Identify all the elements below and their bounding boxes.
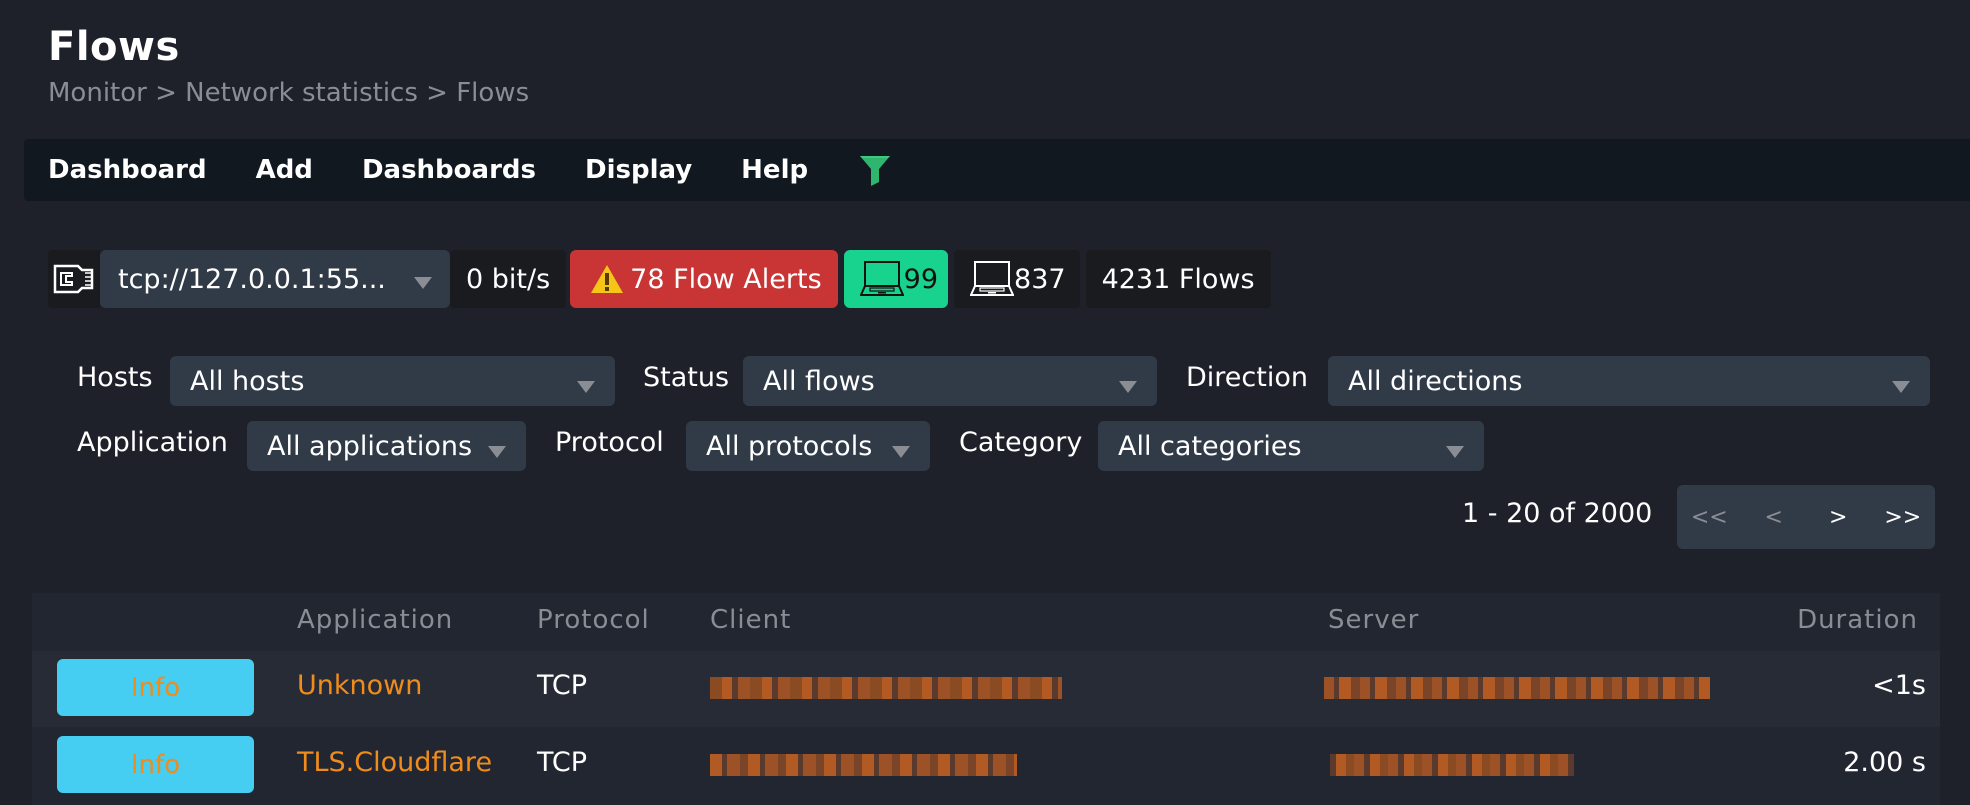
menu-bar: Dashboard Add Dashboards Display Help <box>24 139 1970 201</box>
breadcrumb-item-network-statistics[interactable]: Network statistics <box>185 78 418 108</box>
pagination-summary: 1 - 20 of 2000 <box>1462 498 1653 529</box>
status-filter-select[interactable]: All flows <box>743 356 1157 406</box>
throughput-value: 0 bit/s <box>450 250 567 308</box>
all-hosts-badge[interactable]: 837 <box>954 250 1080 308</box>
flow-alerts-label: 78 Flow Alerts <box>630 263 822 295</box>
chevron-down-icon <box>414 277 432 289</box>
flows-count: 4231 Flows <box>1085 250 1271 308</box>
first-page-button[interactable]: << <box>1677 505 1742 530</box>
column-header-protocol[interactable]: Protocol <box>537 605 650 635</box>
status-filter-label: Status <box>643 362 730 393</box>
interface-select[interactable]: tcp://127.0.0.1:55... <box>100 250 450 308</box>
direction-filter-label: Direction <box>1186 362 1308 393</box>
network-port-icon <box>48 250 100 308</box>
prev-page-button[interactable]: < <box>1742 505 1807 530</box>
flows-table: Application Protocol Client Server Durat… <box>32 593 1940 805</box>
column-header-server[interactable]: Server <box>1328 605 1419 635</box>
category-filter-label: Category <box>959 427 1083 458</box>
local-hosts-count: 99 <box>903 263 939 295</box>
filter-icon[interactable] <box>857 152 893 188</box>
hosts-filter-select[interactable]: All hosts <box>170 356 615 406</box>
protocol-cell: TCP <box>537 747 588 778</box>
info-button[interactable]: Info <box>57 659 254 716</box>
flow-alerts-badge[interactable]: 78 Flow Alerts <box>570 250 838 308</box>
last-page-button[interactable]: >> <box>1871 505 1936 530</box>
chevron-down-icon <box>488 446 506 458</box>
status-filter-value: All flows <box>763 365 875 397</box>
laptop-icon <box>969 259 1015 299</box>
table-header: Application Protocol Client Server Durat… <box>32 593 1940 651</box>
application-filter-value: All applications <box>267 430 473 462</box>
chevron-down-icon <box>1446 446 1464 458</box>
interface-toolbar: tcp://127.0.0.1:55... 0 bit/s 78 Flow Al… <box>48 250 1271 308</box>
breadcrumb-item-monitor[interactable]: Monitor <box>48 78 147 108</box>
hosts-filter-label: Hosts <box>77 362 153 393</box>
client-address-redacted[interactable] <box>710 754 1017 776</box>
laptop-icon <box>859 259 905 299</box>
hosts-filter-value: All hosts <box>190 365 305 397</box>
column-header-application[interactable]: Application <box>297 605 453 635</box>
category-filter-value: All categories <box>1118 430 1302 462</box>
table-row: Info Unknown TCP <1s <box>32 651 1940 727</box>
server-address-redacted[interactable] <box>1330 754 1574 776</box>
duration-cell: 2.00 s <box>1843 747 1926 778</box>
pagination-controls: << < > >> <box>1677 485 1935 549</box>
protocol-cell: TCP <box>537 670 588 701</box>
page-title: Flows <box>48 24 180 70</box>
direction-filter-select[interactable]: All directions <box>1328 356 1930 406</box>
interface-select-value: tcp://127.0.0.1:55... <box>118 263 386 295</box>
column-header-duration[interactable]: Duration <box>1797 605 1918 635</box>
breadcrumb-separator: > <box>426 78 457 108</box>
direction-filter-value: All directions <box>1348 365 1523 397</box>
menu-dashboard[interactable]: Dashboard <box>48 155 207 185</box>
application-link[interactable]: TLS.Cloudflare <box>297 747 492 778</box>
breadcrumb: Monitor > Network statistics > Flows <box>48 78 529 108</box>
next-page-button[interactable]: > <box>1806 505 1871 530</box>
chevron-down-icon <box>892 446 910 458</box>
application-filter-select[interactable]: All applications <box>247 421 526 471</box>
chevron-down-icon <box>577 381 595 393</box>
category-filter-select[interactable]: All categories <box>1098 421 1484 471</box>
chevron-down-icon <box>1119 381 1137 393</box>
menu-display[interactable]: Display <box>585 155 692 185</box>
chevron-down-icon <box>1892 381 1910 393</box>
protocol-filter-value: All protocols <box>706 430 873 462</box>
protocol-filter-label: Protocol <box>555 427 664 458</box>
info-button[interactable]: Info <box>57 736 254 793</box>
client-address-redacted[interactable] <box>710 677 1062 699</box>
server-address-redacted[interactable] <box>1324 677 1710 699</box>
application-filter-label: Application <box>77 427 228 458</box>
menu-help[interactable]: Help <box>741 155 808 185</box>
application-link[interactable]: Unknown <box>297 670 422 701</box>
all-hosts-count: 837 <box>1014 263 1066 295</box>
local-hosts-badge[interactable]: 99 <box>843 250 949 308</box>
column-header-client[interactable]: Client <box>710 605 791 635</box>
breadcrumb-separator: > <box>155 78 186 108</box>
breadcrumb-item-flows: Flows <box>456 78 530 108</box>
duration-cell: <1s <box>1872 670 1926 701</box>
table-row: Info TLS.Cloudflare TCP 2.00 s <box>32 728 1940 804</box>
warning-icon <box>590 263 624 295</box>
menu-dashboards[interactable]: Dashboards <box>362 155 536 185</box>
protocol-filter-select[interactable]: All protocols <box>686 421 930 471</box>
menu-add[interactable]: Add <box>256 155 313 185</box>
